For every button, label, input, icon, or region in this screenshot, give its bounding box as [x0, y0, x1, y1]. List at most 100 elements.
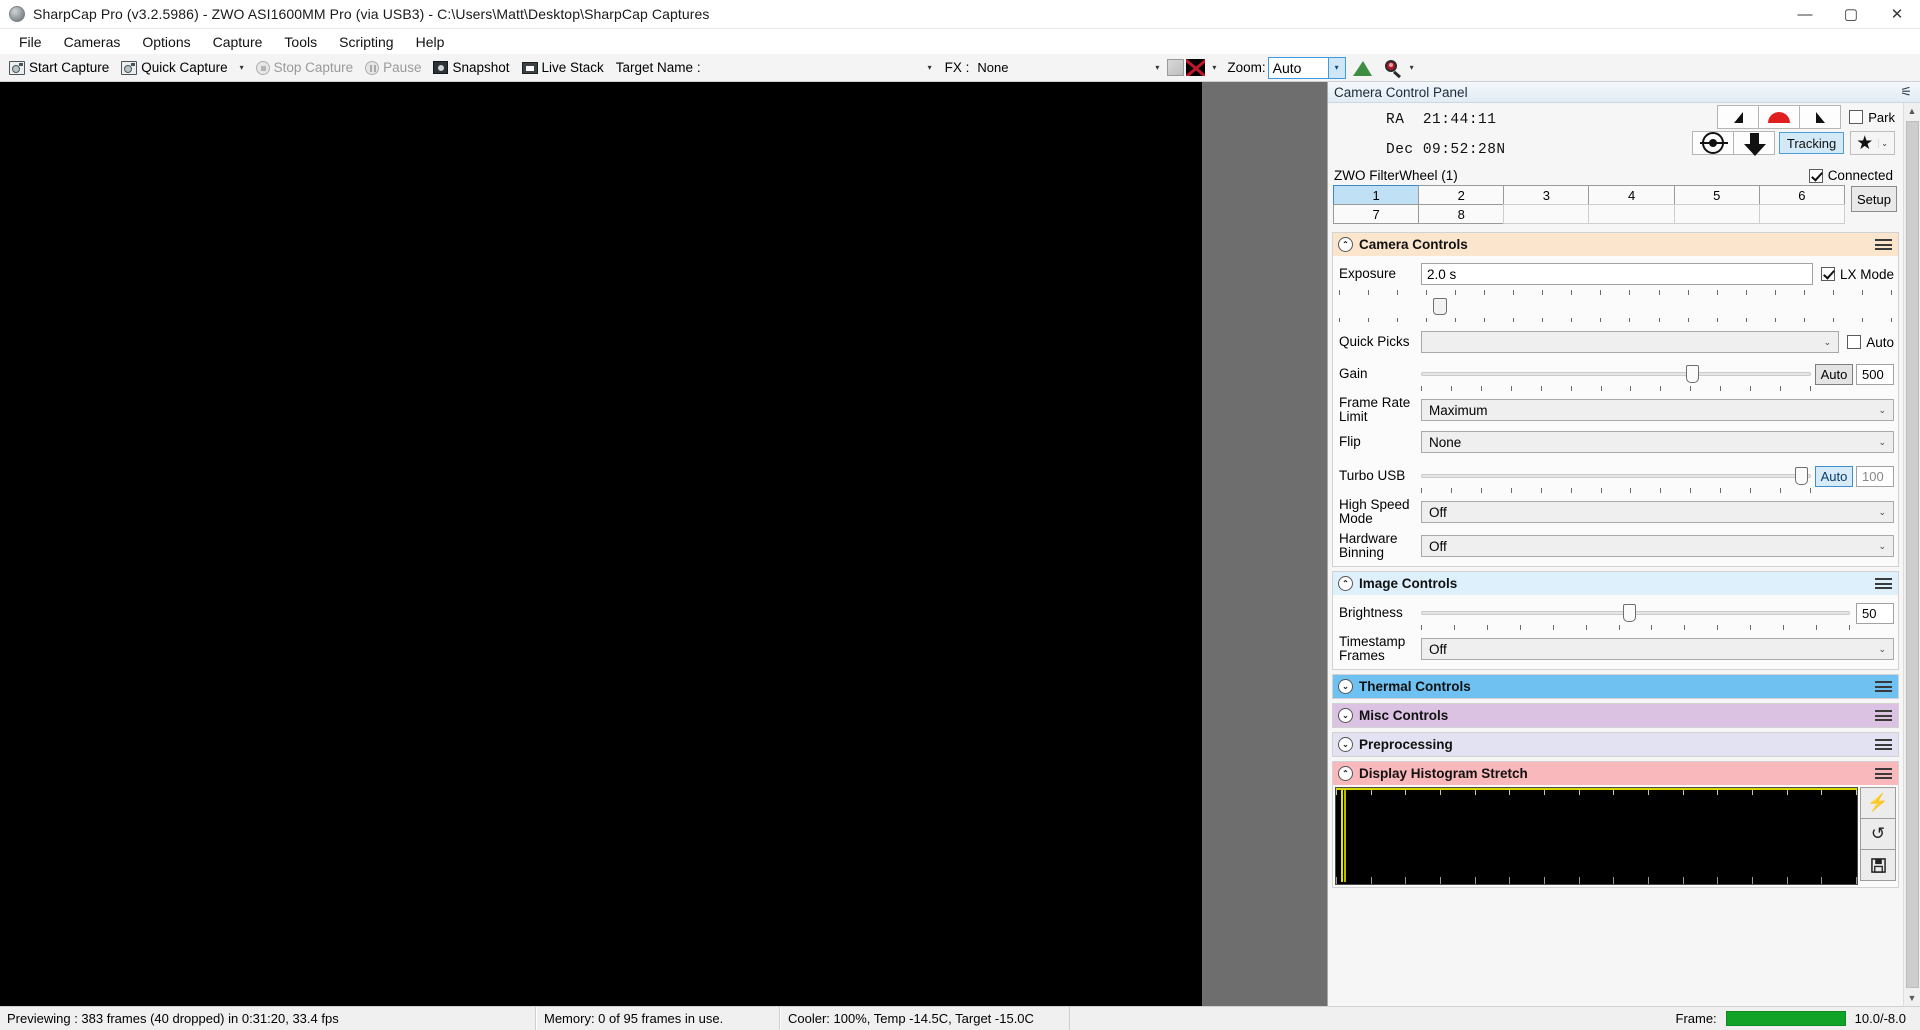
magnifier-caret[interactable]: ▾	[1405, 63, 1419, 72]
menu-cameras[interactable]: Cameras	[53, 31, 132, 53]
brightness-slider-track[interactable]	[1421, 602, 1850, 630]
filter-slot-8[interactable]: 8	[1418, 204, 1505, 224]
maximize-button[interactable]: ▢	[1828, 0, 1874, 29]
fx-caret[interactable]: ▾	[1155, 63, 1163, 72]
exposure-slider[interactable]	[1339, 290, 1892, 324]
reset-stretch-button[interactable]: ↺	[1860, 818, 1896, 850]
turbo-usb-value-input[interactable]: 100	[1856, 465, 1894, 487]
chevron-down-icon[interactable]: ⌄	[1824, 337, 1839, 348]
save-stretch-button[interactable]	[1860, 849, 1896, 881]
park-checkbox[interactable]	[1849, 110, 1864, 124]
misc-controls-header[interactable]: ⌄ Misc Controls	[1333, 704, 1898, 727]
slew-up-right-button[interactable]	[1717, 105, 1760, 129]
zoom-caret[interactable]: ▾	[1327, 57, 1345, 78]
auto-stretch-button[interactable]: ⚡	[1860, 787, 1896, 819]
goto-star-button[interactable]: ★ ⌄	[1850, 131, 1895, 155]
snapshot-button[interactable]: Snapshot	[428, 58, 514, 77]
menu-help[interactable]: Help	[405, 31, 456, 53]
menu-scripting[interactable]: Scripting	[328, 31, 404, 53]
turbo-usb-slider-thumb[interactable]	[1795, 467, 1809, 485]
menu-options[interactable]: Options	[131, 31, 201, 53]
pin-icon[interactable]: ⚟	[1900, 84, 1912, 100]
slew-down-left-button[interactable]	[1799, 105, 1842, 129]
camera-preview-area[interactable]	[0, 82, 1327, 1006]
filter-wheel-connected-toggle[interactable]: Connected	[1808, 168, 1897, 183]
timestamp-frames-select[interactable]: Off ⌄	[1421, 638, 1894, 660]
image-controls-menu-icon[interactable]	[1875, 578, 1892, 589]
filter-slot-2[interactable]: 2	[1418, 185, 1505, 205]
slew-down-button[interactable]	[1732, 131, 1775, 156]
chevron-down-icon[interactable]: ⌄	[1878, 405, 1893, 416]
brightness-value-input[interactable]: 50	[1856, 602, 1894, 624]
menu-file[interactable]: File	[8, 31, 53, 53]
stop-capture-button[interactable]: Stop Capture	[251, 58, 359, 77]
image-controls-header[interactable]: ⌃ Image Controls	[1333, 572, 1898, 595]
connected-checkbox[interactable]	[1808, 168, 1823, 183]
stop-slew-button[interactable]	[1758, 105, 1801, 129]
filter-wheel-setup-button[interactable]: Setup	[1851, 186, 1897, 212]
chevron-down-icon[interactable]: ⌄	[1338, 737, 1353, 752]
park-toggle[interactable]: Park	[1849, 105, 1895, 129]
preprocessing-header[interactable]: ⌄ Preprocessing	[1333, 733, 1898, 756]
lx-mode-toggle[interactable]: LX Mode	[1820, 267, 1894, 282]
chevron-down-icon[interactable]: ⌄	[1878, 644, 1893, 655]
gain-slider-thumb[interactable]	[1686, 365, 1700, 383]
tracking-button[interactable]: Tracking	[1778, 132, 1845, 154]
quick-picks-select[interactable]: ⌄	[1421, 331, 1840, 353]
misc-controls-menu-icon[interactable]	[1875, 710, 1892, 721]
scroll-up-arrow[interactable]: ▲	[1908, 103, 1917, 119]
histogram-tool-button[interactable]	[1348, 58, 1378, 78]
lx-mode-checkbox[interactable]	[1820, 267, 1835, 281]
brightness-slider-thumb[interactable]	[1622, 604, 1636, 622]
live-stack-button[interactable]: Live Stack	[517, 58, 609, 77]
gray-swatch-button[interactable]	[1167, 59, 1185, 76]
chevron-down-icon[interactable]: ⌄	[1878, 541, 1893, 552]
fx-select[interactable]: None ▾	[973, 58, 1165, 77]
minimize-button[interactable]: —	[1782, 0, 1828, 29]
swatch-dropdown-caret[interactable]: ▾	[1207, 63, 1221, 72]
chevron-down-icon[interactable]: ⌄	[1338, 708, 1353, 723]
hardware-binning-select[interactable]: Off ⌄	[1421, 535, 1894, 557]
filter-slot-5[interactable]: 5	[1673, 185, 1760, 205]
gain-slider-track[interactable]	[1421, 363, 1811, 391]
filter-slot-6[interactable]: 6	[1758, 185, 1845, 205]
target-name-input[interactable]: ▾	[705, 58, 938, 77]
close-button[interactable]: ✕	[1874, 0, 1920, 29]
filter-slot-3[interactable]: 3	[1503, 185, 1590, 205]
chevron-down-icon[interactable]: ⌄	[1878, 437, 1893, 448]
flip-select[interactable]: None ⌄	[1421, 431, 1894, 453]
preprocessing-menu-icon[interactable]	[1875, 739, 1892, 750]
histogram-plot[interactable]	[1335, 787, 1858, 885]
chevron-up-icon[interactable]: ⌃	[1338, 237, 1353, 252]
panel-scrollbar[interactable]: ▲ ▼	[1903, 103, 1920, 1006]
chevron-down-icon[interactable]: ⌄	[1338, 679, 1353, 694]
brightness-slider[interactable]	[1421, 601, 1850, 630]
filter-slot-1[interactable]: 1	[1333, 185, 1420, 205]
exposure-input[interactable]: 2.0 s	[1421, 263, 1813, 285]
filter-slot-4[interactable]: 4	[1588, 185, 1675, 205]
gain-auto-button[interactable]: Auto	[1815, 363, 1853, 385]
camera-preview-image[interactable]	[0, 82, 1202, 1006]
gain-value-input[interactable]: 500	[1856, 363, 1894, 385]
red-crosshatch-swatch-button[interactable]	[1186, 59, 1206, 76]
start-capture-button[interactable]: Start Capture	[4, 58, 114, 77]
histogram-menu-icon[interactable]	[1875, 768, 1892, 779]
chevron-up-icon[interactable]: ⌃	[1338, 766, 1353, 781]
exposure-slider-thumb[interactable]	[1433, 298, 1447, 315]
pause-button[interactable]: Pause	[360, 58, 426, 77]
menu-tools[interactable]: Tools	[273, 31, 328, 53]
quick-capture-button[interactable]: Quick Capture	[116, 58, 232, 77]
chevron-up-icon[interactable]: ⌃	[1338, 576, 1353, 591]
frame-rate-limit-select[interactable]: Maximum ⌄	[1421, 399, 1894, 421]
quick-picks-auto-toggle[interactable]: Auto	[1847, 335, 1894, 350]
menu-capture[interactable]: Capture	[202, 31, 274, 53]
quick-capture-dropdown-caret[interactable]: ▾	[235, 63, 249, 72]
display-histogram-stretch-header[interactable]: ⌃ Display Histogram Stretch	[1333, 762, 1898, 785]
high-speed-mode-select[interactable]: Off ⌄	[1421, 501, 1894, 523]
scroll-down-arrow[interactable]: ▼	[1908, 990, 1917, 1006]
star-dropdown-caret[interactable]: ⌄	[1878, 138, 1894, 148]
thermal-controls-header[interactable]: ⌄ Thermal Controls	[1333, 675, 1898, 698]
camera-controls-header[interactable]: ⌃ Camera Controls	[1333, 233, 1898, 256]
filter-slot-7[interactable]: 7	[1333, 204, 1420, 224]
turbo-usb-auto-button[interactable]: Auto	[1815, 465, 1853, 487]
